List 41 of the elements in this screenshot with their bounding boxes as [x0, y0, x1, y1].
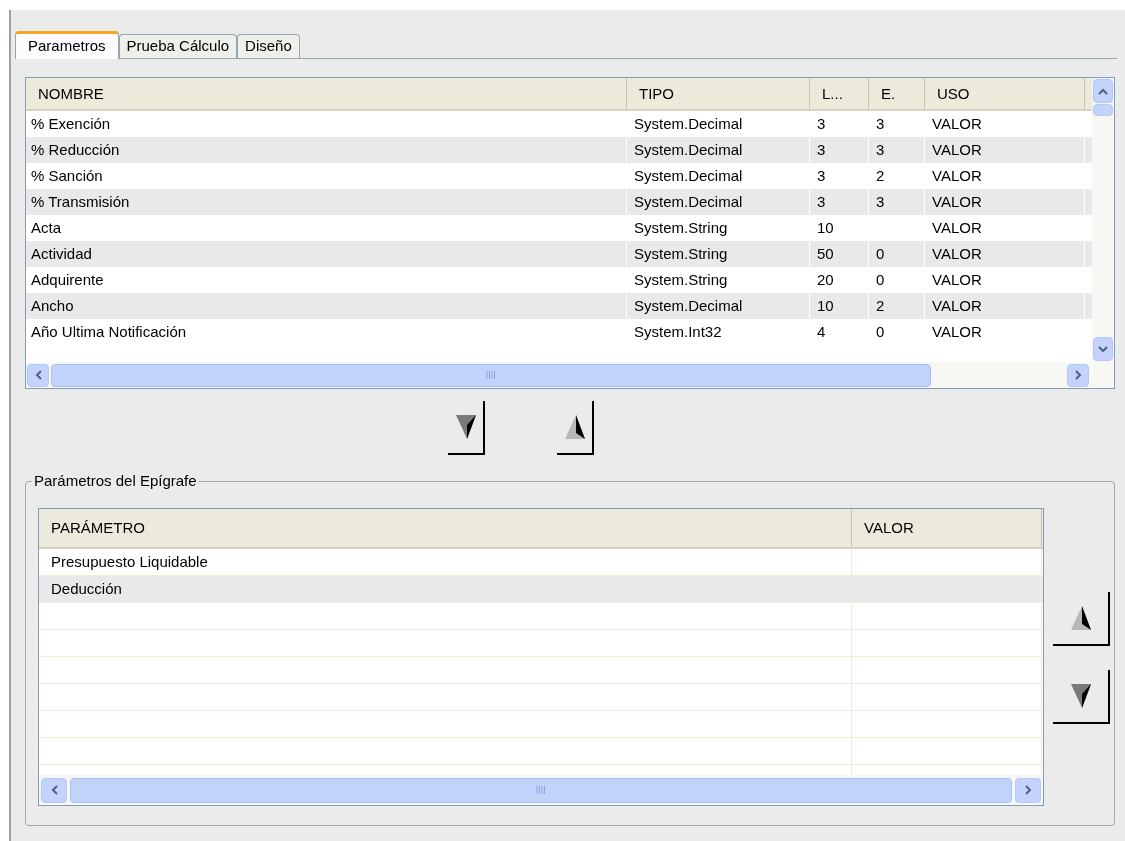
horizontal-scrollbar[interactable] — [39, 775, 1043, 805]
vertical-scrollbar[interactable] — [1092, 78, 1114, 362]
left-chevron-icon — [34, 370, 42, 380]
right-chevron-icon — [1024, 785, 1032, 795]
up-triangle-icon — [563, 413, 586, 441]
scroll-up-button[interactable] — [1093, 79, 1113, 103]
scroll-left-button[interactable] — [41, 777, 67, 803]
column-header: USO — [925, 78, 1085, 109]
tab[interactable]: Prueba Cálculo — [118, 34, 238, 58]
scroll-left-button[interactable] — [27, 363, 49, 387]
table-cell: Año Ultima Notificación — [26, 319, 627, 345]
scroll-down-button[interactable] — [1093, 337, 1113, 361]
column-header: TIPO — [627, 78, 810, 109]
right-chevron-icon — [1074, 370, 1082, 380]
column-header: L... — [810, 78, 869, 109]
scroll-right-button[interactable] — [1067, 363, 1089, 387]
left-chevron-icon — [50, 785, 58, 795]
column-header: E. — [869, 78, 925, 109]
table-cell: Presupuesto Liquidable — [39, 549, 852, 575]
scroll-thumb[interactable] — [1093, 104, 1113, 116]
down-triangle-icon — [454, 413, 477, 441]
table-cell: Deducción — [39, 576, 852, 602]
table-cell: VALOR — [925, 319, 1085, 345]
column-header: VALOR — [852, 509, 1042, 547]
down-triangle-icon — [1069, 682, 1092, 710]
table-cell: 4 — [810, 319, 869, 345]
tab[interactable]: Diseño — [237, 34, 300, 58]
up-triangle-icon — [1069, 604, 1092, 632]
up-chevron-icon — [1098, 87, 1108, 95]
horizontal-scrollbar[interactable] — [26, 362, 1114, 388]
table-cell: System.Int32 — [627, 319, 810, 345]
table-cell: 0 — [869, 319, 925, 345]
column-header: PARÁMETRO — [39, 509, 852, 547]
column-header: NOMBRE — [26, 78, 627, 109]
grip-icon — [536, 786, 546, 794]
grip-icon — [486, 371, 496, 379]
tab[interactable]: Parametros — [15, 31, 119, 59]
down-chevron-icon — [1098, 345, 1108, 353]
scroll-thumb[interactable] — [70, 777, 1012, 803]
scroll-thumb[interactable] — [51, 363, 931, 387]
scroll-right-button[interactable] — [1015, 777, 1041, 803]
